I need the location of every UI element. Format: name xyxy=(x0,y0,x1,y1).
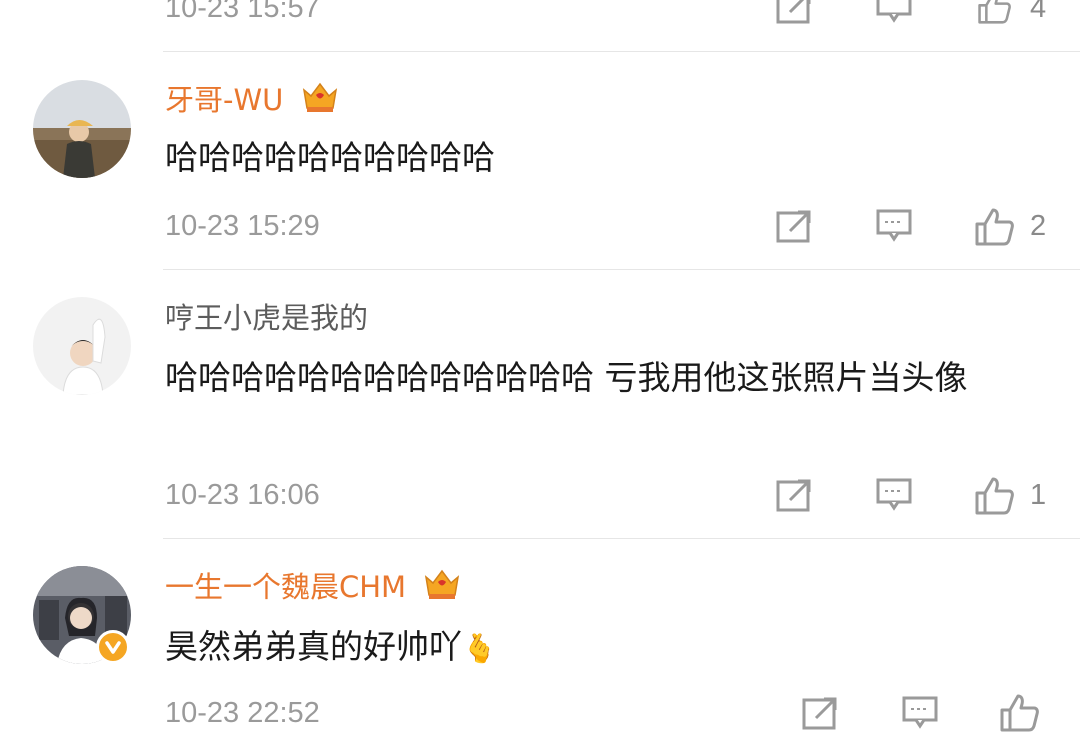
share-icon[interactable] xyxy=(802,696,838,730)
comment-time: 10-23 22:52 xyxy=(165,697,320,729)
comment-icon[interactable] xyxy=(876,0,912,24)
divider xyxy=(163,538,1080,539)
share-icon[interactable] xyxy=(776,0,812,24)
like-count: 2 xyxy=(1030,210,1047,242)
username-text: 一生一个魏晨CHM xyxy=(165,570,407,604)
avatar[interactable] xyxy=(33,80,131,178)
like-button[interactable] xyxy=(999,692,1039,732)
comment-text: 昊然弟弟真的好帅吖🫰 xyxy=(165,622,1045,674)
comment-text: 哈哈哈哈哈哈哈哈哈哈 xyxy=(165,138,495,177)
avatar[interactable] xyxy=(33,297,131,395)
comment-icon[interactable] xyxy=(902,696,938,730)
vip-crown-icon xyxy=(301,80,339,122)
username[interactable]: 哼王小虎是我的 xyxy=(165,300,368,336)
like-button[interactable] xyxy=(974,0,1014,24)
share-icon[interactable] xyxy=(776,209,812,243)
comment-time: 10-23 15:57 xyxy=(165,0,320,24)
username-text: 牙哥-WU xyxy=(165,83,284,117)
like-count: 4 xyxy=(1030,0,1047,24)
like-count: 1 xyxy=(1030,479,1047,511)
comment-text: 哈哈哈哈哈哈哈哈哈哈哈哈哈 亏我用他这张照片当头像 xyxy=(165,358,968,397)
username[interactable]: 牙哥-WU xyxy=(165,80,339,122)
like-button[interactable] xyxy=(974,206,1014,246)
comment-time: 10-23 15:29 xyxy=(165,210,320,242)
comment-icon[interactable] xyxy=(876,209,912,243)
username[interactable]: 一生一个魏晨CHM xyxy=(165,567,461,609)
vip-crown-icon xyxy=(423,567,461,609)
comment-text-body: 昊然弟弟真的好帅吖 xyxy=(165,627,462,666)
divider xyxy=(163,269,1080,270)
comment-icon[interactable] xyxy=(876,478,912,512)
finger-heart-emoji: 🫰 xyxy=(462,632,497,665)
divider xyxy=(163,51,1080,52)
comment-time: 10-23 16:06 xyxy=(165,479,320,511)
share-icon[interactable] xyxy=(776,478,812,512)
verified-badge-icon xyxy=(96,630,130,664)
like-button[interactable] xyxy=(974,475,1014,515)
